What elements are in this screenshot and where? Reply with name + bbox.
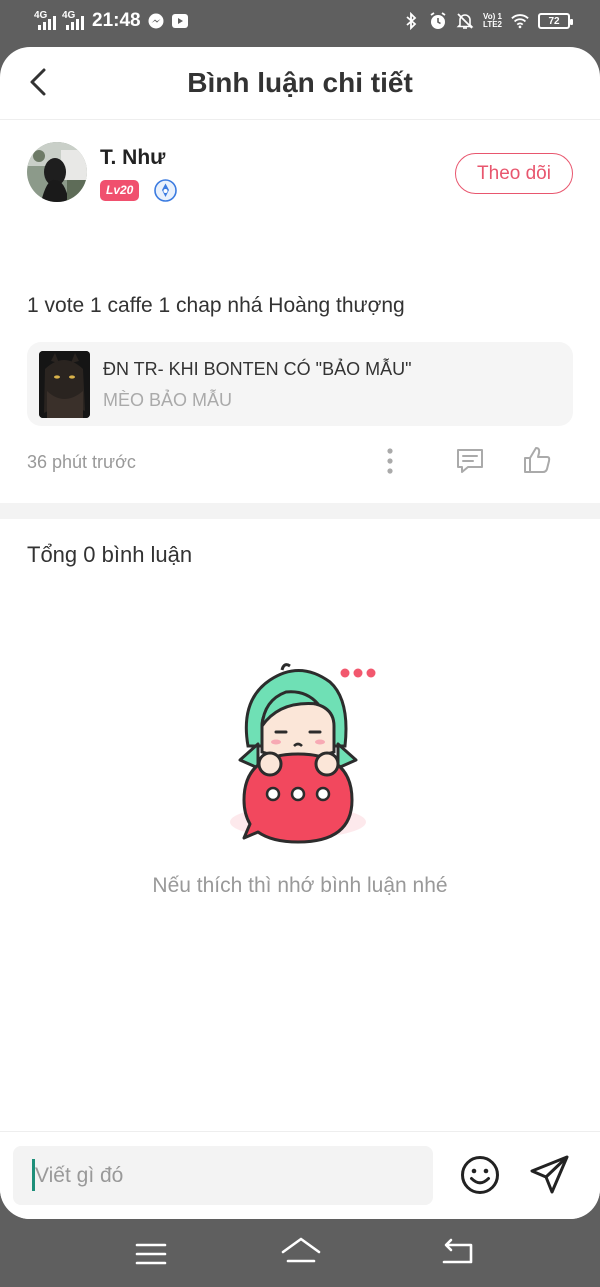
smiley-icon	[461, 1156, 499, 1194]
like-button[interactable]	[518, 442, 556, 478]
signal-icon-1: 4G	[34, 10, 56, 30]
more-vertical-icon	[387, 448, 393, 474]
network-label-2: 4G	[62, 10, 76, 21]
verified-icon	[154, 179, 177, 202]
post-text: 1 vote 1 caffe 1 chap nhá Hoàng thượng	[27, 294, 405, 317]
reply-button[interactable]	[452, 444, 488, 478]
alarm-icon	[429, 12, 447, 30]
story-author: MÈO BẢO MẪU	[103, 390, 233, 410]
clock: 21:48	[92, 10, 141, 31]
comment-icon	[457, 449, 483, 473]
more-options-button[interactable]	[379, 444, 401, 478]
signal-icon-2: 4G	[62, 10, 84, 30]
battery-icon: 72	[538, 13, 573, 29]
story-title: ĐN TR- KHI BONTEN CÓ "BẢO MẪU"	[103, 359, 412, 379]
menu-icon	[135, 1243, 167, 1265]
empty-comments-text: Nếu thích thì nhớ bình luận nhé	[152, 874, 448, 897]
top-bar: Bình luận chi tiết	[0, 47, 600, 120]
bluetooth-icon	[402, 12, 420, 30]
text-cursor	[32, 1159, 35, 1191]
comments-count: Tổng 0 bình luận	[27, 542, 193, 567]
username[interactable]: T. Như	[100, 146, 165, 170]
wifi-icon	[511, 12, 529, 30]
battery-level: 72	[548, 15, 560, 27]
emoji-button[interactable]	[459, 1154, 501, 1196]
home-icon	[281, 1237, 321, 1263]
comment-input[interactable]	[13, 1146, 433, 1205]
empty-comments-illustration	[220, 660, 380, 850]
post-timestamp: 36 phút trước	[27, 452, 136, 472]
system-nav-bar	[0, 1219, 600, 1287]
section-divider	[0, 503, 600, 519]
status-bar: 4G 4G 21:48 Vo) 1 LTE2 72	[0, 0, 600, 46]
home-button[interactable]	[280, 1235, 322, 1271]
send-icon	[530, 1155, 569, 1194]
system-back-button[interactable]	[438, 1237, 476, 1269]
mute-icon	[456, 12, 474, 30]
network-label-1: 4G	[34, 10, 48, 21]
thumbs-up-icon	[524, 447, 551, 473]
volte-line2: LTE2	[483, 20, 502, 29]
recent-apps-button[interactable]	[133, 1239, 169, 1269]
page-title: Bình luận chi tiết	[187, 67, 413, 98]
story-card[interactable]: ĐN TR- KHI BONTEN CÓ "BẢO MẪU" MÈO BẢO M…	[27, 342, 573, 426]
youtube-icon	[171, 12, 189, 30]
story-cover	[39, 351, 90, 418]
volte-indicator: Vo) 1 LTE2	[483, 13, 502, 29]
follow-button[interactable]: Theo dõi	[455, 153, 573, 194]
return-icon	[442, 1238, 473, 1264]
level-badge: Lv20	[100, 180, 140, 201]
avatar[interactable]	[27, 142, 87, 202]
app-screen: Bình luận chi tiết T. Như Lv20 Theo dõi …	[0, 47, 600, 1219]
send-button[interactable]	[528, 1152, 572, 1196]
comment-input-bar	[0, 1131, 600, 1219]
messenger-icon	[147, 12, 165, 30]
